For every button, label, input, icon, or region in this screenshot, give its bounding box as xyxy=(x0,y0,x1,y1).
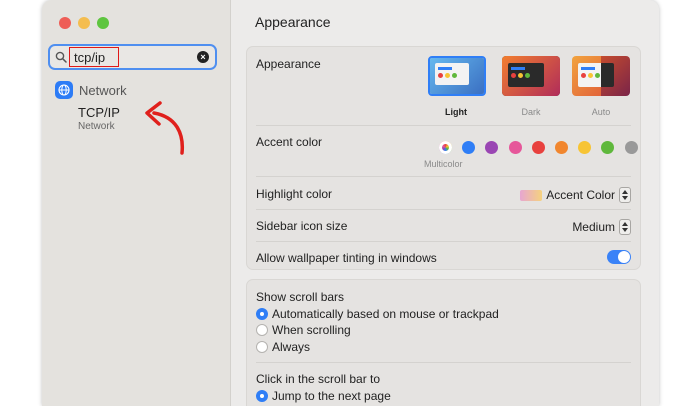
sidebar: × Network TCP/IP Network xyxy=(42,0,231,406)
click-scroll-bar-label: Click in the scroll bar to xyxy=(256,372,381,386)
radio-label: Always xyxy=(272,340,311,354)
highlight-color-label: Highlight color xyxy=(256,187,333,201)
search-icon xyxy=(55,51,67,63)
appearance-option-dark-label: Dark xyxy=(521,107,541,117)
appearance-label: Appearance xyxy=(256,57,321,71)
minimize-window-button[interactable] xyxy=(78,17,90,29)
close-window-button[interactable] xyxy=(59,17,71,29)
chevron-updown-icon xyxy=(619,219,631,235)
click-option-next-page[interactable]: Jump to the next page xyxy=(256,389,391,403)
accent-color-option[interactable] xyxy=(485,141,499,154)
red-arrow-annotation-icon xyxy=(145,101,185,155)
search-result-title: TCP/IP xyxy=(78,105,120,120)
scroll-option-always[interactable]: Always xyxy=(256,340,310,354)
wallpaper-tinting-label: Allow wallpaper tinting in windows xyxy=(256,251,437,265)
search-result-tcpip[interactable]: TCP/IP Network xyxy=(78,105,120,132)
sidebar-section-network: Network xyxy=(55,80,127,100)
accent-color-option[interactable] xyxy=(555,141,568,154)
sidebar-section-label: Network xyxy=(79,82,127,98)
radio-label: When scrolling xyxy=(272,323,351,337)
divider xyxy=(256,362,631,363)
accent-color-option[interactable] xyxy=(624,141,638,154)
radio-selected[interactable] xyxy=(256,308,268,320)
radio[interactable] xyxy=(256,324,268,336)
highlight-color-popup[interactable]: Accent Color xyxy=(520,187,631,203)
page-title: Appearance xyxy=(255,14,331,30)
appearance-option-dark[interactable] xyxy=(502,56,560,96)
accent-selected-label: Multicolor xyxy=(424,159,463,169)
appearance-group: Appearance Light Dark Auto Accent color … xyxy=(246,46,641,270)
highlight-swatch xyxy=(520,189,543,201)
appearance-option-auto-label: Auto xyxy=(591,107,611,117)
scroll-bars-group: Show scroll bars Automatically based on … xyxy=(246,279,641,406)
scroll-option-when-scrolling[interactable]: When scrolling xyxy=(256,323,351,337)
scroll-option-automatic[interactable]: Automatically based on mouse or trackpad xyxy=(256,307,499,321)
clear-search-icon[interactable]: × xyxy=(197,51,209,63)
divider xyxy=(256,176,631,177)
accent-color-option[interactable] xyxy=(439,141,452,154)
globe-icon xyxy=(55,81,73,99)
search-field[interactable]: × xyxy=(48,44,217,70)
radio-label: Jump to the next page xyxy=(272,389,391,403)
sidebar-icon-size-label: Sidebar icon size xyxy=(256,219,348,233)
appearance-option-light[interactable] xyxy=(428,56,486,96)
appearance-option-auto[interactable] xyxy=(572,56,630,96)
show-scroll-bars-label: Show scroll bars xyxy=(256,290,345,304)
settings-window: × Network TCP/IP Network Appearance Appe… xyxy=(42,0,659,406)
divider xyxy=(256,125,631,126)
radio[interactable] xyxy=(256,341,268,353)
divider xyxy=(256,209,631,210)
accent-color-option[interactable] xyxy=(601,141,615,154)
accent-color-option[interactable] xyxy=(462,141,476,154)
accent-color-option[interactable] xyxy=(531,141,545,154)
search-result-subtitle: Network xyxy=(78,121,115,132)
chevron-updown-icon xyxy=(619,187,631,203)
highlight-color-value: Accent Color xyxy=(546,188,615,202)
accent-color-label: Accent color xyxy=(256,135,323,149)
sidebar-icon-size-value: Medium xyxy=(572,220,615,234)
wallpaper-tinting-toggle[interactable] xyxy=(607,250,631,264)
accent-color-option[interactable] xyxy=(508,141,522,154)
accent-color-option[interactable] xyxy=(578,141,592,154)
zoom-window-button[interactable] xyxy=(97,17,109,29)
radio-selected[interactable] xyxy=(256,390,268,402)
appearance-option-light-label: Light xyxy=(445,107,467,117)
search-input[interactable] xyxy=(69,47,119,67)
divider xyxy=(256,241,631,242)
radio-label: Automatically based on mouse or trackpad xyxy=(272,307,499,321)
sidebar-icon-size-popup[interactable]: Medium xyxy=(572,219,631,235)
main-pane: Appearance Appearance Light Dark Auto Ac… xyxy=(231,0,659,406)
